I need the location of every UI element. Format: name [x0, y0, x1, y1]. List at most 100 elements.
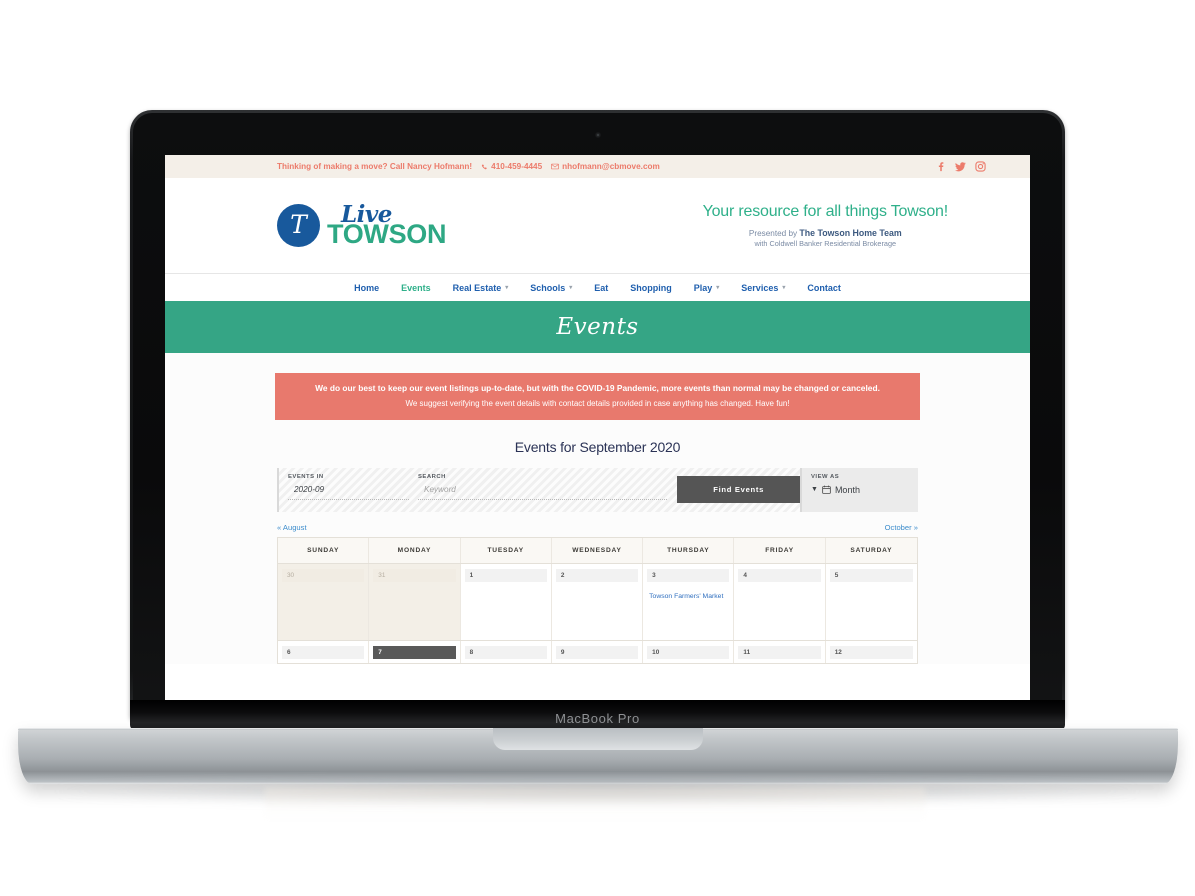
chevron-down-icon: ▾	[782, 285, 786, 291]
view-as-field[interactable]: View As ▼ Month	[800, 467, 918, 512]
browser-viewport: Thinking of making a move? Call Nancy Ho…	[165, 155, 1030, 700]
laptop-bottom-bezel: MacBook Pro	[130, 700, 1065, 730]
calendar-day-number: 8	[464, 645, 547, 659]
facebook-icon[interactable]	[935, 161, 946, 172]
calendar-header-wednesday: WEDNESDAY	[552, 537, 644, 563]
logo-main-word: TOWSON	[327, 219, 447, 249]
header-tagline-block: Your resource for all things Towson! Pre…	[703, 203, 986, 248]
chevron-down-icon: ▾	[569, 285, 573, 291]
events-search-bar: Events In 2020-09 Search Keyword Find Ev…	[277, 467, 918, 512]
calendar-day-cell[interactable]: 7	[369, 640, 461, 663]
page-title-banner: Events	[165, 301, 1030, 353]
nav-item-shopping[interactable]: Shopping	[619, 283, 683, 293]
events-calendar: SUNDAY MONDAY TUESDAY WEDNESDAY THURSDAY FRID…	[277, 536, 918, 664]
calendar-day-cell[interactable]: 5	[825, 563, 917, 640]
presented-prefix: Presented by	[748, 229, 800, 238]
nav-item-home[interactable]: Home	[343, 283, 390, 293]
nav-item-label: Eat	[594, 282, 609, 293]
website: Thinking of making a move? Call Nancy Ho…	[165, 155, 1030, 664]
laptop-base	[18, 728, 1178, 784]
header-presented-by: Presented by The Towson Home Team	[703, 228, 948, 238]
prev-month-link[interactable]: « August	[277, 523, 307, 532]
screen-reflection	[265, 788, 925, 822]
calendar-day-number: 7	[373, 645, 456, 659]
device-model-label: MacBook Pro	[555, 711, 640, 726]
site-logo[interactable]: T Live TOWSON	[277, 203, 447, 249]
twitter-icon[interactable]	[955, 161, 966, 172]
page-content: We do our best to keep our event listing…	[165, 353, 1030, 664]
nav-item-label: Shopping	[630, 282, 672, 293]
site-header: T Live TOWSON Your resource for all thin…	[165, 178, 1030, 273]
calendar-day-number: 5	[829, 568, 913, 582]
chevron-down-icon: ▾	[716, 285, 720, 291]
calendar-header-friday: FRIDAY	[734, 537, 826, 563]
calendar-header-saturday: SATURDAY	[850, 546, 893, 554]
nav-item-play[interactable]: Play ▾	[683, 283, 731, 293]
calendar-day-number: 1	[464, 568, 547, 582]
nav-item-eat[interactable]: Eat	[583, 283, 619, 293]
calendar-day-cell[interactable]: 30	[278, 563, 370, 640]
nav-item-real-estate[interactable]: Real Estate ▾	[442, 283, 520, 293]
search-label: Search	[418, 473, 446, 480]
alert-secondary-text: We suggest verifying the event details w…	[405, 398, 790, 408]
month-navigation: « August October »	[277, 523, 918, 532]
calendar-day-cell[interactable]: 2	[551, 563, 644, 640]
calendar-day-cell[interactable]: 12	[825, 640, 917, 663]
find-events-button[interactable]: Find Events	[677, 476, 800, 504]
laptop-base-notch	[493, 728, 703, 750]
calendar-day-cell[interactable]: 8	[460, 640, 552, 663]
calendar-header-monday: MONDAY	[369, 537, 461, 563]
covid-alert-banner: We do our best to keep our event listing…	[275, 373, 920, 420]
events-in-label: Events In	[288, 473, 324, 480]
nav-item-schools[interactable]: Schools ▾	[519, 283, 583, 293]
calendar-icon	[822, 485, 831, 495]
calendar-day-cell[interactable]: 1	[460, 563, 552, 640]
calendar-day-cell[interactable]: 9	[551, 640, 644, 663]
view-as-label: View As	[811, 473, 840, 480]
calendar-body: 30 31 1 2 3 Towson Farmers' Market 4 5 6 7 8 9 10 11 1…	[278, 563, 917, 664]
phone-icon	[481, 163, 488, 170]
topbar-email[interactable]: nhofmann@cbmove.com	[551, 162, 660, 171]
calendar-day-number: 9	[555, 645, 639, 659]
webcam-icon	[594, 132, 601, 138]
calendar-day-number: 12	[829, 645, 913, 659]
nav-item-events[interactable]: Events	[390, 283, 442, 293]
logo-monogram-text: T	[290, 209, 307, 239]
caret-down-icon[interactable]: ▼	[811, 486, 818, 493]
main-navigation: Home Events Real Estate ▾ Schools ▾ Eat Shoppin…	[165, 273, 1030, 301]
topbar-tagline: Thinking of making a move? Call Nancy Ho…	[277, 162, 472, 171]
keyword-search-field[interactable]: Search Keyword	[409, 468, 677, 512]
nav-item-contact[interactable]: Contact	[796, 283, 852, 293]
topbar-tagline-text: Thinking of making a move? Call Nancy Ho…	[277, 162, 473, 171]
calendar-day-number: 6	[282, 645, 365, 659]
calendar-day-cell[interactable]: 31	[369, 563, 461, 640]
topbar-phone[interactable]: 410-459-4445	[481, 162, 542, 171]
nav-item-label: Schools	[530, 282, 566, 293]
nav-item-label: Home	[354, 282, 380, 293]
calendar-day-headers: SUNDAY MONDAY TUESDAY WEDNESDAY THURSDAY FRID…	[278, 537, 917, 564]
calendar-event-link[interactable]: Towson Farmers' Market	[647, 592, 729, 602]
next-month-link[interactable]: October »	[885, 523, 918, 532]
calendar-day-cell[interactable]: 3 Towson Farmers' Market	[643, 563, 735, 640]
calendar-day-cell[interactable]: 10	[643, 640, 735, 663]
calendar-week-row: 6 7 8 9 10 11 12	[278, 640, 917, 664]
nav-item-label: Play	[693, 282, 713, 293]
instagram-icon[interactable]	[975, 161, 986, 172]
nav-item-services[interactable]: Services ▾	[730, 283, 796, 293]
events-in-field[interactable]: Events In 2020-09	[279, 468, 409, 512]
social-links	[935, 161, 986, 172]
calendar-day-number: 10	[647, 645, 730, 659]
calendar-week-row: 30 31 1 2 3 Towson Farmers' Market 4 5	[278, 563, 917, 641]
logo-monogram-icon: T	[277, 204, 320, 247]
nav-item-label: Services	[741, 282, 779, 293]
calendar-day-number: 31	[373, 568, 456, 582]
calendar-day-cell[interactable]: 4	[734, 563, 826, 640]
calendar-day-cell[interactable]: 6	[278, 640, 370, 663]
events-in-input[interactable]: 2020-09	[288, 485, 409, 500]
calendar-day-cell[interactable]: 11	[734, 640, 826, 663]
events-heading: Events for September 2020	[514, 438, 681, 455]
utility-topbar: Thinking of making a move? Call Nancy Ho…	[165, 155, 1030, 178]
search-input[interactable]: Keyword	[418, 485, 668, 500]
calendar-day-number: 4	[738, 568, 821, 582]
calendar-day-number: 30	[282, 568, 365, 582]
